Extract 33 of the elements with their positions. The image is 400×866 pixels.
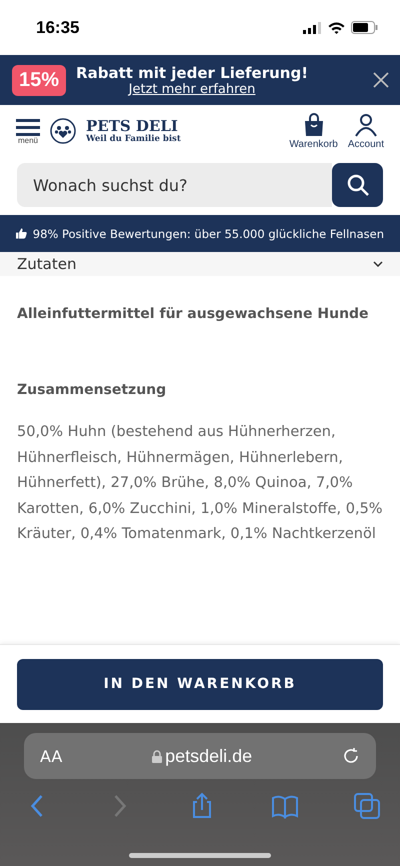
wifi-icon	[328, 22, 345, 34]
battery-icon	[351, 21, 378, 34]
reload-icon[interactable]	[342, 747, 360, 765]
accordion-header[interactable]: Zutaten	[0, 252, 400, 276]
paw-logo-icon	[50, 118, 76, 144]
section-heading: Alleinfuttermittel für ausgewachsene Hunde	[17, 306, 370, 322]
status-time: 16:35	[36, 18, 80, 38]
url-text: petsdeli.de	[165, 746, 252, 766]
tabs-icon	[352, 791, 382, 821]
bag-icon	[302, 112, 325, 136]
brand-tagline: Weil du Familie bist	[86, 134, 181, 144]
user-icon	[354, 112, 378, 136]
rating-text: 98% Positive Bewertungen: über 55.000 glückliche Fellnasen	[32, 226, 384, 240]
section-heading: Zusammensetzung	[17, 382, 168, 398]
promo-title: Rabatt mit jeder Lieferung!	[76, 64, 308, 82]
add-to-cart-button[interactable]: IN DEN WARENKORB	[17, 658, 383, 710]
brand-name: PETS DELI	[86, 118, 179, 134]
text-size-button[interactable]: AA	[40, 746, 62, 766]
promo-link[interactable]: Jetzt mehr erfahren	[128, 82, 256, 96]
search-button[interactable]	[332, 163, 383, 207]
search-icon	[346, 173, 370, 197]
lock-icon	[152, 750, 162, 762]
discount-badge: 15%	[12, 64, 66, 96]
signal-icon	[303, 22, 322, 34]
address-bar[interactable]: AA petsdeli.de	[24, 733, 376, 779]
ingredients-text: 50,0% Huhn (bestehend aus Hühnerherzen, Hühnerfleisch, Hühnermägen, Hühnerlebern, Hühnerfett), 27,0% Brühe, 8,0% Quinoa, 7,0% Karotten, 6,0% Zucchini, 1,0% Mineralstoffe, 0,5% Kräuter, 0,4% Tomatenmark, 0,1% Nachtkerzenöl	[17, 423, 383, 544]
account-button[interactable]: Account	[348, 112, 384, 150]
tabs-button[interactable]	[352, 791, 382, 821]
menu-button[interactable]: menü	[16, 118, 40, 144]
chevron-left-icon	[30, 794, 44, 818]
chevron-right-icon	[112, 794, 126, 818]
cart-button[interactable]: Warenkorb	[289, 112, 338, 150]
search-field[interactable]: Wonach suchst du?	[17, 163, 332, 207]
